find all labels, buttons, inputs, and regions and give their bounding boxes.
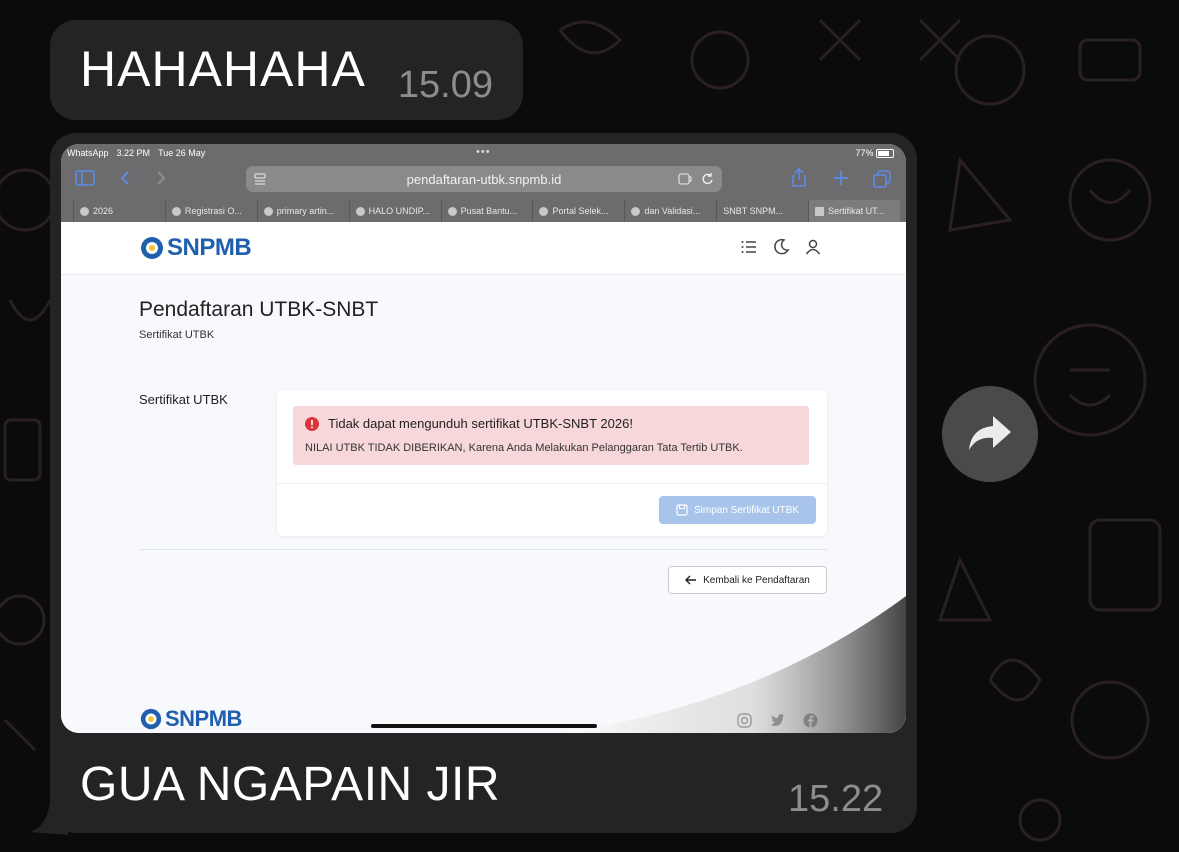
share-forward-icon [969, 416, 1011, 450]
page-header: SNPMB [61, 222, 906, 275]
message-timestamp: 15.22 [788, 778, 884, 820]
sidebar-icon [75, 170, 95, 186]
alert-title: Tidak dapat mengunduh sertifikat UTBK-SN… [328, 416, 633, 431]
favicon-icon [631, 206, 641, 216]
favicon-icon [80, 206, 89, 216]
tab-label: Sertifikat UT... [828, 206, 885, 216]
message-text: HAHAHAHA [80, 41, 366, 97]
message-caption: GUA NGAPAIN JIR [80, 758, 501, 811]
instagram-icon[interactable] [737, 713, 752, 728]
battery-icon [876, 149, 894, 159]
user-icon[interactable] [804, 238, 822, 256]
browser-chrome: WhatsApp 3.22 PM Tue 26 May ••• 77% pendaf… [61, 144, 906, 222]
card-divider [277, 483, 827, 484]
snpmb-logo[interactable]: SNPMB [139, 234, 252, 262]
back-label: Kembali ke Pendaftaran [703, 574, 810, 586]
status-bar: WhatsApp 3.22 PM Tue 26 May [67, 148, 213, 158]
logo-text: SNPMB [167, 234, 252, 261]
tab-bar: 2026 Registrasi O... primary artin... HA… [73, 200, 901, 222]
arrow-left-icon [685, 575, 697, 585]
home-indicator [371, 724, 597, 728]
browser-tab-active[interactable]: Sertifikat UT... [808, 200, 901, 222]
tab-label: SNBT SNPM... [723, 206, 784, 216]
save-icon [676, 504, 688, 516]
emblem-icon [141, 237, 163, 259]
favicon-icon [539, 206, 549, 216]
facebook-icon[interactable] [803, 713, 818, 728]
back-icon [120, 171, 129, 185]
url-text: pendaftaran-utbk.snpmb.id [406, 172, 562, 187]
favicon-icon [171, 206, 181, 216]
address-bar[interactable]: pendaftaran-utbk.snpmb.id [246, 166, 722, 192]
tab-label: Registrasi O... [184, 206, 242, 216]
browser-tab[interactable]: dan Validasi... [624, 200, 716, 222]
tabs-overview-icon [873, 170, 891, 188]
menu-list-icon[interactable] [740, 238, 758, 256]
section-label: Sertifikat UTBK [139, 392, 228, 407]
status-time: 3.22 PM [116, 148, 151, 158]
moon-icon[interactable] [772, 238, 790, 256]
browser-tab[interactable]: Pusat Bantu... [440, 200, 533, 222]
favicon-icon [355, 206, 365, 216]
error-icon [305, 417, 319, 431]
browser-tab[interactable]: primary artin... [256, 200, 349, 222]
new-tab-icon [834, 171, 848, 185]
browser-tab[interactable]: HALO UNDIP... [348, 200, 441, 222]
tab-label: Portal Selek... [552, 206, 609, 216]
error-alert: Tidak dapat mengunduh sertifikat UTBK-SN… [293, 406, 809, 465]
battery-percent: 77% [855, 148, 874, 158]
favicon-icon [263, 206, 273, 216]
status-app: WhatsApp [67, 148, 109, 158]
favicon-icon [447, 206, 457, 216]
tab-label: dan Validasi... [644, 206, 701, 216]
status-date: Tue 26 May [158, 148, 206, 158]
page-title: Pendaftaran UTBK-SNBT [139, 298, 379, 321]
page-subtitle: Sertifikat UTBK [139, 329, 215, 341]
tab-label: Pusat Bantu... [460, 206, 518, 216]
alert-message: NILAI UTBK TIDAK DIBERIKAN, Karena Anda … [305, 442, 743, 454]
tab-label: 2026 [93, 206, 114, 216]
tab-label: HALO UNDIP... [368, 206, 431, 216]
message-bubble-hahahaha[interactable]: HAHAHAHA 15.09 [50, 20, 523, 120]
twitter-icon[interactable] [770, 713, 785, 728]
save-certificate-button[interactable]: Simpan Sertifikat UTBK [659, 496, 816, 524]
reload-icon [702, 173, 713, 185]
multitask-dots: ••• [476, 146, 491, 158]
browser-tab[interactable]: 2026 [73, 200, 165, 222]
battery-status: 77% [855, 148, 894, 159]
browser-tab[interactable]: Registrasi O... [164, 200, 257, 222]
browser-tab[interactable]: SNBT SNPM... [716, 200, 808, 222]
emblem-icon [140, 708, 162, 730]
browser-tab[interactable]: Portal Selek... [532, 200, 624, 222]
tab-label: primary artin... [276, 206, 335, 216]
share-icon [792, 168, 806, 187]
extension-icon [678, 173, 692, 185]
forward-nav-icon [157, 171, 166, 185]
page-divider [139, 549, 827, 550]
close-tab-icon [815, 206, 825, 216]
footer-logo-text: SNPMB [165, 706, 242, 731]
save-label: Simpan Sertifikat UTBK [693, 504, 800, 516]
forward-button[interactable] [942, 386, 1038, 482]
message-timestamp: 15.09 [397, 64, 493, 106]
screenshot-image[interactable]: WhatsApp 3.22 PM Tue 26 May ••• 77% pendaf… [61, 144, 906, 733]
certificate-card: Tidak dapat mengunduh sertifikat UTBK-SN… [277, 390, 827, 536]
footer-logo[interactable]: SNPMB [139, 706, 242, 732]
web-page: SNPMB Pendaftaran UTBK-SNBT Sertifikat U… [61, 222, 906, 733]
back-to-registration-button[interactable]: Kembali ke Pendaftaran [668, 566, 827, 594]
